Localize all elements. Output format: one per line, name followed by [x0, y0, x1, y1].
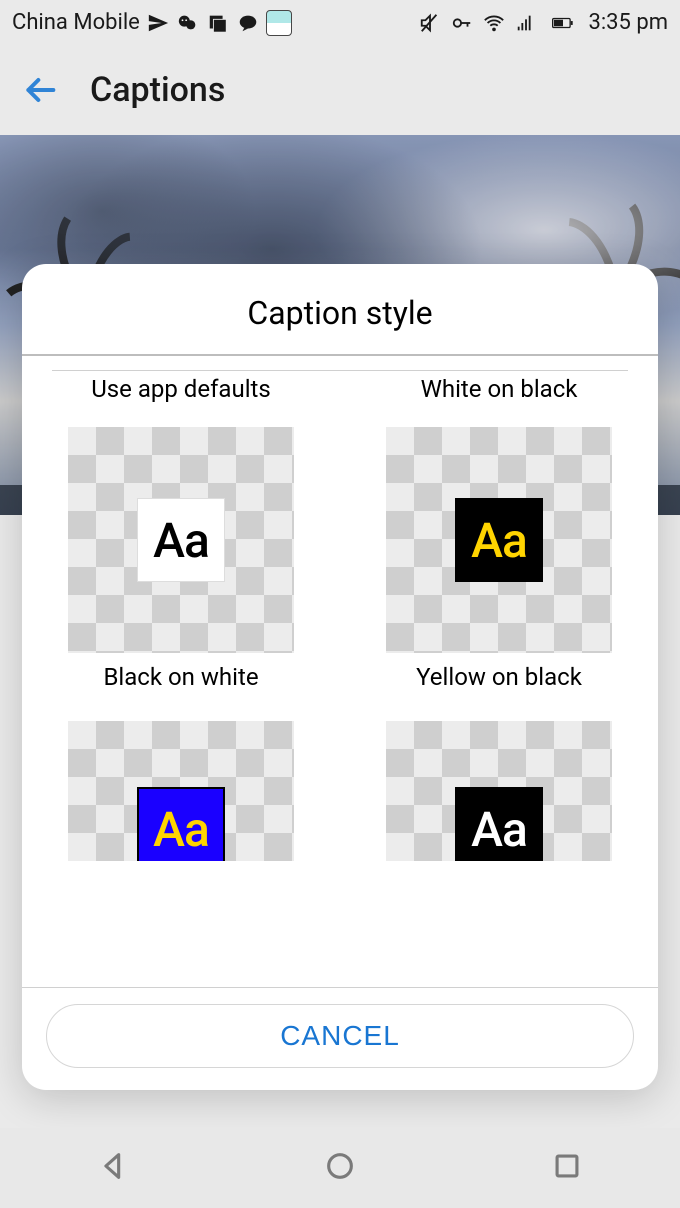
sample-text: Aa — [137, 787, 225, 861]
option-white-on-black-2[interactable]: Aa — [370, 721, 628, 861]
option-label-black-on-white[interactable]: Black on white — [52, 663, 310, 691]
sample-text: Aa — [455, 498, 543, 582]
system-nav-bar — [0, 1128, 680, 1208]
nav-back-icon[interactable] — [96, 1149, 130, 1187]
option-black-on-white[interactable]: Aa — [52, 427, 310, 653]
nav-home-icon[interactable] — [323, 1149, 357, 1187]
preview-white-on-black-2: Aa — [386, 721, 612, 861]
option-label-yellow-on-black[interactable]: Yellow on black — [370, 663, 628, 691]
caption-style-dialog: Caption style Use app defaults White on … — [22, 264, 658, 1090]
preview-yellow-on-black: Aa — [386, 427, 612, 653]
option-label-defaults[interactable]: Use app defaults — [52, 375, 310, 403]
option-label-white-on-black[interactable]: White on black — [370, 375, 628, 403]
preview-black-on-white: Aa — [68, 427, 294, 653]
sample-text: Aa — [455, 787, 543, 861]
dialog-title: Caption style — [22, 264, 658, 354]
preview-yellow-on-blue: Aa — [68, 721, 294, 861]
nav-recent-icon[interactable] — [550, 1149, 584, 1187]
cancel-button[interactable]: CANCEL — [46, 1004, 634, 1068]
option-yellow-on-black[interactable]: Aa — [370, 427, 628, 653]
sample-text: Aa — [137, 498, 225, 582]
option-yellow-on-blue[interactable]: Aa — [52, 721, 310, 861]
